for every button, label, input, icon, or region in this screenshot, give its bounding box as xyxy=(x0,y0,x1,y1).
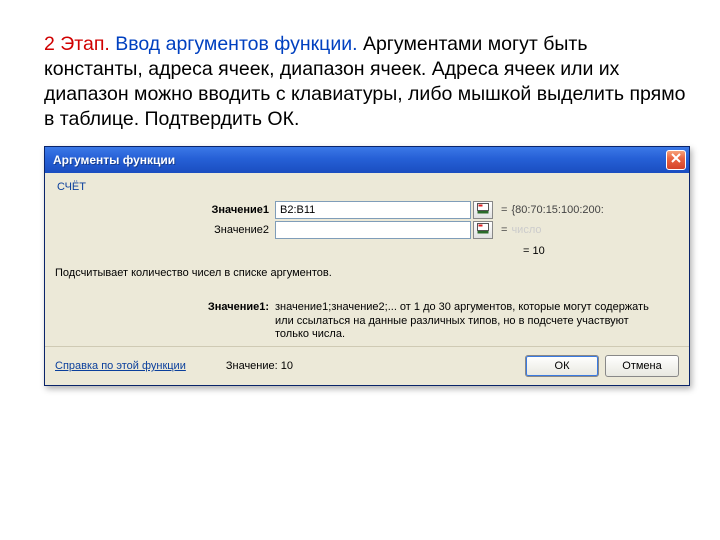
arg2-refedit-button[interactable] xyxy=(473,221,493,239)
close-button[interactable] xyxy=(666,150,686,170)
arg1-label: Значение1 xyxy=(55,204,275,216)
titlebar[interactable]: Аргументы функции xyxy=(45,147,689,173)
arg1-refedit-button[interactable] xyxy=(473,201,493,219)
result-row: = 10 xyxy=(55,241,679,257)
param-description: Значение1: значение1;значение2;... от 1 … xyxy=(55,301,679,342)
step-subtitle: Ввод аргументов функции. xyxy=(115,33,357,55)
arg1-preview: = {80:70:15:100:200: xyxy=(501,204,604,216)
ok-button[interactable]: ОК xyxy=(525,355,599,377)
function-name: СЧЁТ xyxy=(55,179,679,199)
cancel-button[interactable]: Отмена xyxy=(605,355,679,377)
refedit-icon xyxy=(477,223,489,237)
arg2-preview: = число xyxy=(501,224,541,236)
footer-result: Значение: 10 xyxy=(226,360,293,372)
arg2-label: Значение2 xyxy=(55,224,275,236)
dialog-title: Аргументы функции xyxy=(53,153,666,167)
arg2-input[interactable] xyxy=(275,221,471,239)
param-name: Значение1: xyxy=(55,301,275,342)
step-label: 2 Этап. xyxy=(44,33,110,55)
arg1-input[interactable] xyxy=(275,201,471,219)
arg-row-1: Значение1 = {80:70:15:100:200: xyxy=(55,201,679,219)
help-link[interactable]: Справка по этой функции xyxy=(55,360,186,372)
instruction-text: 2 Этап. Ввод аргументов функции. Аргумен… xyxy=(44,32,690,132)
function-description: Подсчитывает количество чисел в списке а… xyxy=(55,267,679,279)
close-icon xyxy=(671,153,681,166)
refedit-icon xyxy=(477,203,489,217)
arg-row-2: Значение2 = число xyxy=(55,221,679,239)
function-arguments-dialog: Аргументы функции СЧЁТ Значение1 xyxy=(44,146,690,386)
param-text: значение1;значение2;... от 1 до 30 аргум… xyxy=(275,301,679,342)
dialog-footer: Справка по этой функции Значение: 10 ОК … xyxy=(45,346,689,385)
